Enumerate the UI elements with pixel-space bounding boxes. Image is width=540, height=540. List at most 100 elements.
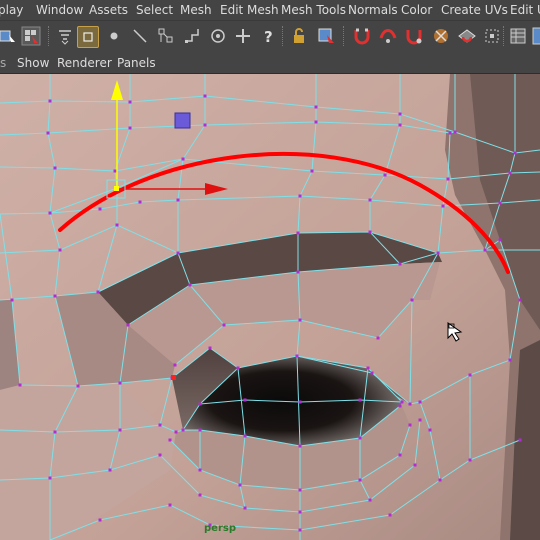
mesh-vertex[interactable] <box>296 270 300 274</box>
menu-display[interactable]: play <box>0 3 23 17</box>
mesh-vertex[interactable] <box>203 123 207 127</box>
mesh-vertex[interactable] <box>508 358 512 362</box>
mesh-vertex[interactable] <box>508 171 512 175</box>
mesh-vertex[interactable] <box>468 458 472 462</box>
panel-menu-lighting-truncated[interactable]: s <box>0 56 6 70</box>
mesh-vertex[interactable] <box>398 112 402 116</box>
mesh-vertex[interactable] <box>388 513 392 517</box>
mesh-vertex[interactable] <box>128 100 132 104</box>
snap-point-icon[interactable] <box>403 25 425 47</box>
mesh-vertex[interactable] <box>296 231 300 235</box>
mesh-vertex[interactable] <box>298 528 302 532</box>
mesh-vertex[interactable] <box>198 428 202 432</box>
perspective-viewport[interactable]: persp <box>0 74 540 540</box>
mesh-vertex[interactable] <box>418 400 422 404</box>
mesh-vertex[interactable] <box>310 169 314 173</box>
mesh-vertex[interactable] <box>413 463 417 467</box>
vertex-mode-icon[interactable] <box>103 25 125 47</box>
mesh-vertex[interactable] <box>108 468 112 472</box>
panel-menu-show[interactable]: Show <box>17 56 49 70</box>
menu-window[interactable]: Window <box>36 3 83 17</box>
mesh-vertex[interactable] <box>314 120 318 124</box>
mesh-vertex[interactable] <box>176 198 180 202</box>
mesh-vertex[interactable] <box>118 428 122 432</box>
transform-icon[interactable] <box>232 25 254 47</box>
mesh-vertex[interactable] <box>298 400 302 404</box>
mesh-vertex[interactable] <box>436 251 440 255</box>
mesh-vertex[interactable] <box>176 251 180 255</box>
menu-normals[interactable]: Normals <box>348 3 398 17</box>
menu-create-uvs[interactable]: Create UVs <box>441 3 508 17</box>
mesh-vertex[interactable] <box>366 366 370 370</box>
mesh-vertex[interactable] <box>358 436 362 440</box>
snap-live-icon[interactable] <box>456 25 478 47</box>
isolate-select-icon[interactable] <box>315 25 337 47</box>
mesh-vertex[interactable] <box>126 323 130 327</box>
edge-mode-icon[interactable] <box>129 25 151 47</box>
mesh-vertex[interactable] <box>98 207 102 211</box>
mesh-vertex[interactable] <box>173 363 177 367</box>
menu-assets[interactable]: Assets <box>89 3 128 17</box>
mesh-vertex[interactable] <box>448 131 452 135</box>
move-tool-icon[interactable] <box>207 25 229 47</box>
layout-icon[interactable] <box>507 25 529 47</box>
mesh-vertex[interactable] <box>453 130 457 134</box>
menu-color[interactable]: Color <box>401 3 432 17</box>
mesh-vertex[interactable] <box>298 444 302 448</box>
mesh-vertex[interactable] <box>76 384 80 388</box>
mesh-vertex[interactable] <box>181 157 185 161</box>
mesh-vertex[interactable] <box>198 468 202 472</box>
soft-select-icon[interactable] <box>54 25 76 47</box>
snap-view-plane-icon[interactable] <box>430 25 452 47</box>
multi-component-icon[interactable] <box>155 25 177 47</box>
mesh-vertex[interactable] <box>53 166 57 170</box>
menu-edit-mesh[interactable]: Edit Mesh <box>220 3 279 17</box>
mesh-vertex[interactable] <box>48 476 52 480</box>
mesh-vertex[interactable] <box>48 99 52 103</box>
mesh-scene[interactable] <box>0 74 540 540</box>
mesh-vertex[interactable] <box>408 423 412 427</box>
mesh-vertex[interactable] <box>188 283 192 287</box>
mesh-vertex[interactable] <box>198 493 202 497</box>
mesh-vertex[interactable] <box>158 423 162 427</box>
mesh-vertex[interactable] <box>483 248 487 252</box>
mesh-vertex[interactable] <box>498 201 502 205</box>
mesh-vertex[interactable] <box>298 194 302 198</box>
mesh-vertex[interactable] <box>368 230 372 234</box>
mesh-vertex[interactable] <box>438 478 442 482</box>
mesh-vertex[interactable] <box>181 428 185 432</box>
mesh-vertex[interactable] <box>446 177 450 181</box>
mesh-vertex[interactable] <box>441 204 445 208</box>
mesh-vertex[interactable] <box>468 373 472 377</box>
display-icon[interactable] <box>530 25 540 47</box>
mesh-vertex[interactable] <box>174 430 178 434</box>
selected-vertex[interactable] <box>171 375 176 380</box>
mesh-vertex[interactable] <box>53 430 57 434</box>
mesh-vertex[interactable] <box>243 506 247 510</box>
mesh-vertex[interactable] <box>368 198 372 202</box>
mesh-vertex[interactable] <box>118 381 122 385</box>
mesh-vertex[interactable] <box>243 434 247 438</box>
mesh-vertex[interactable] <box>115 223 119 227</box>
menu-select[interactable]: Select <box>136 3 173 17</box>
mesh-vertex[interactable] <box>314 105 318 109</box>
mesh-vertex[interactable] <box>48 211 52 215</box>
mesh-vertex[interactable] <box>236 366 240 370</box>
snap-curve-icon[interactable] <box>377 25 399 47</box>
mesh-vertex[interactable] <box>53 294 57 298</box>
mesh-vertex[interactable] <box>168 503 172 507</box>
mesh-vertex[interactable] <box>358 398 362 402</box>
mesh-vertex[interactable] <box>370 371 374 375</box>
mesh-vertex[interactable] <box>418 418 422 422</box>
mesh-vertex[interactable] <box>408 402 412 406</box>
mesh-vertex[interactable] <box>498 238 502 242</box>
mesh-vertex[interactable] <box>96 290 100 294</box>
mesh-vertex[interactable] <box>168 438 172 442</box>
mesh-vertex[interactable] <box>138 200 142 204</box>
mesh-vertex[interactable] <box>158 453 162 457</box>
mesh-vertex[interactable] <box>410 298 414 302</box>
mesh-vertex[interactable] <box>10 298 14 302</box>
mesh-vertex[interactable] <box>46 131 50 135</box>
mesh-vertex[interactable] <box>298 510 302 514</box>
mesh-vertex[interactable] <box>518 298 522 302</box>
